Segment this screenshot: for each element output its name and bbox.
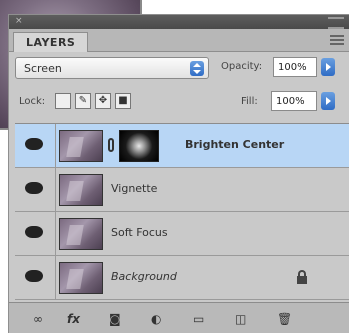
opacity-label: Opacity: (221, 61, 263, 72)
layer-row[interactable]: Soft Focus (15, 212, 349, 256)
layer-mask-thumbnail[interactable] (119, 130, 159, 162)
layer-thumbnail (59, 174, 103, 206)
layer-name: Soft Focus (111, 226, 168, 239)
visibility-column[interactable] (15, 124, 56, 167)
layer-thumbnail (59, 218, 103, 250)
lock-all-icon[interactable]: ■ (115, 93, 131, 109)
collapse-icon[interactable] (328, 17, 344, 29)
fill-field[interactable]: 100% (271, 91, 317, 111)
eye-icon[interactable] (25, 138, 43, 150)
trash-icon[interactable]: 🗑 (277, 311, 292, 327)
lock-fill-row: Lock: ✎ ✥ ■ Fill: 100% (9, 91, 349, 115)
blend-mode-stepper-icon[interactable] (190, 61, 204, 76)
eye-icon[interactable] (25, 182, 43, 194)
fx-icon[interactable]: fx (67, 311, 80, 327)
layer-name: Brighten Center (185, 138, 285, 151)
layer-thumbnail (59, 262, 103, 294)
blend-opacity-row: Screen Opacity: 100% (9, 57, 349, 83)
layer-row[interactable]: Vignette (15, 168, 349, 212)
lock-brush-icon[interactable]: ✎ (75, 93, 91, 109)
blend-mode-select[interactable]: Screen (15, 57, 209, 79)
lock-icon (297, 270, 307, 284)
adjustment-layer-icon[interactable]: ◐ (151, 311, 161, 327)
visibility-column[interactable] (15, 256, 56, 299)
lock-transparent-icon[interactable] (55, 93, 71, 109)
visibility-column[interactable] (15, 168, 56, 211)
canvas-edge-vertical (140, 0, 142, 14)
layer-name: Background (111, 270, 177, 283)
close-icon[interactable]: × (15, 17, 23, 26)
layer-name: Vignette (111, 182, 158, 195)
eye-icon[interactable] (25, 270, 43, 282)
opacity-arrow-button[interactable] (321, 58, 335, 76)
chain-link-icon[interactable] (108, 138, 114, 152)
fill-label: Fill: (241, 96, 258, 107)
layer-row[interactable]: Background (15, 256, 349, 300)
add-mask-icon[interactable]: ◙ (109, 311, 121, 327)
panel-menu-icon[interactable] (330, 35, 344, 45)
fill-arrow-button[interactable] (321, 92, 335, 110)
eye-icon[interactable] (25, 226, 43, 238)
lock-label: Lock: (19, 96, 46, 107)
layers-list: Brighten Center Vignette Soft Focus Back… (15, 123, 349, 302)
link-layers-icon[interactable]: ∞ (33, 311, 43, 327)
blend-mode-value: Screen (24, 62, 62, 75)
opacity-field[interactable]: 100% (273, 57, 317, 77)
tab-row: LAYERS (9, 29, 349, 52)
new-group-icon[interactable]: ▭ (193, 311, 204, 327)
layers-bottom-toolbar: ∞ fx ◙ ◐ ▭ ◫ 🗑 (9, 302, 349, 333)
new-layer-icon[interactable]: ◫ (235, 311, 246, 327)
lock-move-icon[interactable]: ✥ (95, 93, 111, 109)
tab-layers[interactable]: LAYERS (13, 32, 89, 52)
visibility-column[interactable] (15, 212, 56, 255)
layer-thumbnail (59, 130, 103, 162)
panel-titlebar[interactable]: × (9, 15, 349, 29)
layers-panel: × LAYERS Screen Opacity: 100% Lock: ✎ ✥ … (8, 14, 349, 333)
layer-row[interactable]: Brighten Center (15, 124, 349, 168)
